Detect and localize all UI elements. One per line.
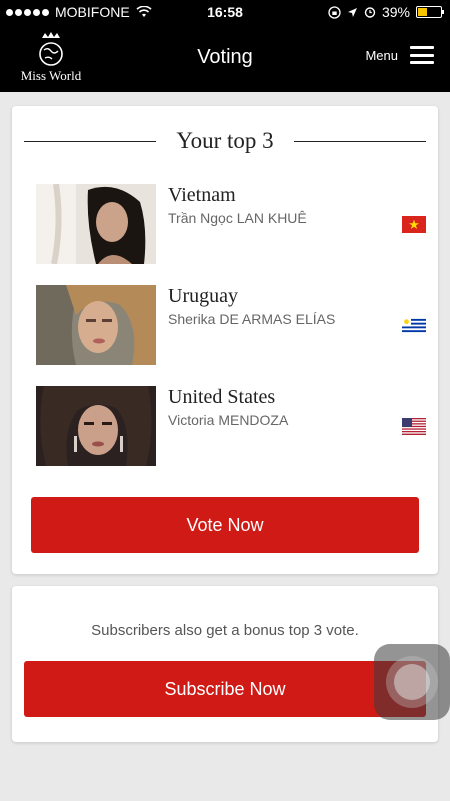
- divider: [24, 140, 157, 142]
- contestant-photo: [36, 285, 156, 365]
- contestant-name: Trần Ngọc LAN KHUÊ: [168, 210, 307, 226]
- top3-title: Your top 3: [176, 128, 274, 153]
- battery-icon: [416, 6, 444, 18]
- contestant-name: Victoria MENDOZA: [168, 412, 289, 428]
- contestant-country: Vietnam: [168, 184, 236, 206]
- battery-percent: 39%: [381, 4, 410, 20]
- vietnam-flag-icon: [402, 216, 426, 233]
- status-bar: MOBIFONE 16:58 39%: [0, 0, 450, 26]
- rotation-lock-icon: [328, 5, 341, 19]
- uruguay-flag-icon: [402, 317, 426, 334]
- contestant-entry[interactable]: Uruguay Sherika DE ARMAS ELÍAS: [36, 285, 426, 365]
- app-header: Miss World Voting Menu: [0, 26, 450, 92]
- top3-heading: Your top 3: [24, 126, 427, 156]
- hamburger-icon: [410, 46, 434, 64]
- assistive-touch-button[interactable]: [374, 644, 450, 720]
- assistive-touch-center: [394, 664, 430, 700]
- contestant-entry[interactable]: United States Victoria MENDOZA: [36, 386, 426, 466]
- menu-button[interactable]: Menu: [365, 46, 434, 64]
- alarm-icon: [364, 7, 376, 18]
- menu-label: Menu: [365, 47, 398, 63]
- vote-now-button[interactable]: Vote Now: [31, 497, 419, 553]
- contestant-name: Sherika DE ARMAS ELÍAS: [168, 311, 336, 327]
- contestant-photo: [36, 184, 156, 264]
- contestant-photo: [36, 386, 156, 466]
- contestant-entry[interactable]: Vietnam Trần Ngọc LAN KHUÊ: [36, 184, 426, 264]
- contestant-country: Uruguay: [168, 285, 238, 307]
- logo-text: Miss World: [20, 68, 82, 83]
- location-icon: [347, 7, 357, 17]
- subscribe-now-button[interactable]: Subscribe Now: [24, 661, 426, 717]
- top3-card: Your top 3 Vietnam Trần Ngọc LAN KHUÊ Ur…: [12, 106, 438, 574]
- usa-flag-icon: [402, 418, 426, 435]
- contestant-country: United States: [168, 386, 276, 408]
- subscribe-info: Subscribers also get a bonus top 3 vote.: [91, 622, 359, 639]
- divider: [293, 140, 427, 142]
